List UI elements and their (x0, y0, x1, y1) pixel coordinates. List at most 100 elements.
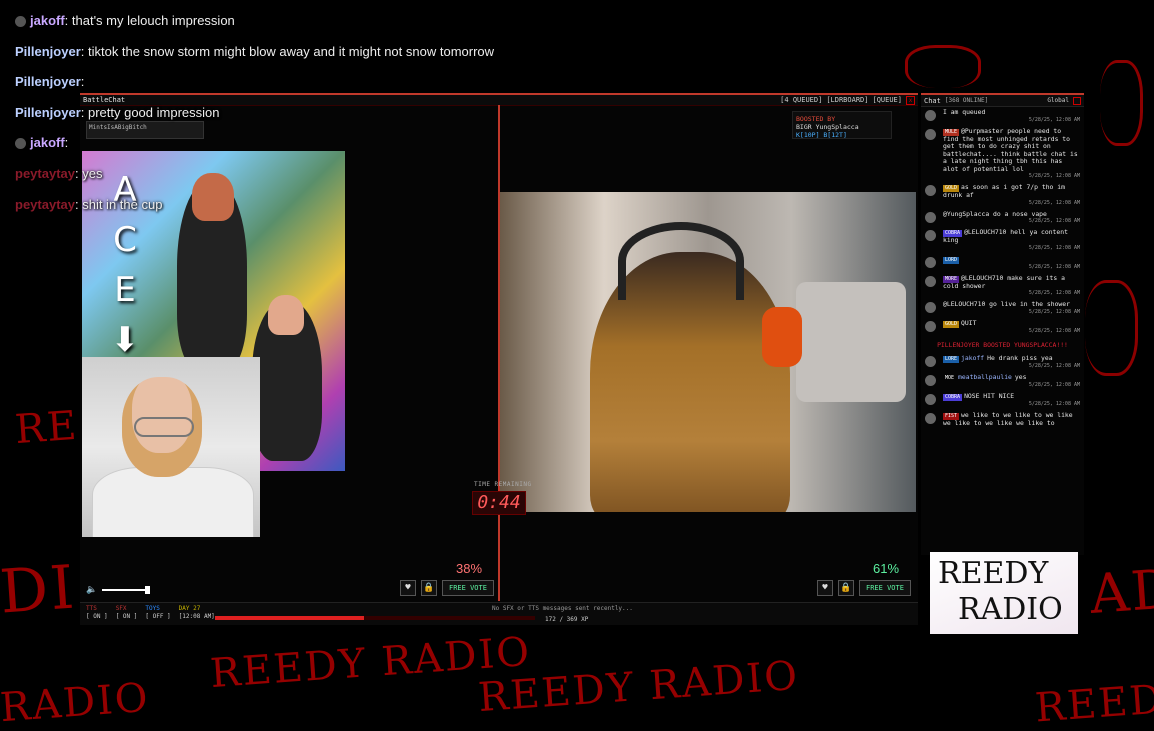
xp-progress-fill (215, 616, 365, 620)
boost-user: BIGR YungSplacca (796, 123, 859, 131)
overlay-chat-line: jakoff: (15, 132, 555, 163)
lock-icon[interactable]: 🔒 (421, 580, 437, 596)
avatar[interactable] (925, 256, 936, 268)
overlay-chat-line: jakoff: that's my lelouch impression (15, 10, 555, 41)
logo-line2: RADIO (958, 592, 1063, 627)
speaker-icon[interactable]: 🔈 (86, 585, 97, 595)
chat-username[interactable]: meatballpaulie (958, 373, 1012, 381)
chat-message: MORE @LELOUCH710 make sure its a cold sho… (921, 273, 1084, 300)
volume-slider[interactable] (102, 586, 150, 594)
headphones-shape (618, 222, 744, 300)
user-badge-icon (15, 16, 26, 28)
timer-value: 0:44 (472, 491, 526, 515)
status-message: No SFX or TTS messages sent recently... (492, 605, 633, 612)
sfx-label: SFX (115, 605, 127, 612)
chat-message: GOLD QUIT 5/28/25, 12:08 AM (921, 318, 1084, 337)
bg-watermark-5: RE (13, 402, 80, 454)
chat-message: @LELOUCH710 go live in the shower 5/28/25… (921, 299, 1084, 318)
logo-line1: REEDY (938, 556, 1049, 591)
overlay-chat-text: : (64, 135, 69, 151)
facecam (82, 357, 260, 537)
avatar[interactable] (925, 412, 936, 424)
chat-text: @LELOUCH710 make sure its a cold shower (943, 273, 1065, 290)
volume-knob[interactable] (145, 586, 150, 594)
tts-toggle[interactable]: [ ON ] (86, 613, 108, 621)
avatar[interactable] (925, 393, 936, 405)
chat-timestamp: 5/28/25, 12:08 AM (1028, 308, 1080, 315)
boost-title: BOOSTED BY (796, 115, 836, 123)
overlay-chat-user: Pillenjoyer (15, 104, 81, 120)
overlay-chat-user: peytaytay (15, 165, 75, 181)
bg-scribble (905, 45, 981, 88)
letter: E (114, 270, 136, 310)
chat-text: NOSE HIT NICE (964, 391, 1015, 400)
tts-label: TTS (86, 605, 97, 612)
avatar[interactable] (925, 374, 936, 386)
chat-text: QUIT (961, 318, 977, 327)
chat-text: we like to we like to we like we like to… (943, 410, 1073, 427)
avatar[interactable] (925, 211, 936, 223)
chat-username[interactable]: jakoff (961, 354, 984, 362)
toys-label: TOYS (145, 605, 160, 612)
xp-progress-bar (215, 616, 535, 620)
chat-text: @Purpmaster people need to find the most… (943, 126, 1078, 173)
volume-control[interactable]: 🔈 (86, 585, 150, 595)
chat-message: MOE meatballpaulie yes 5/28/25, 12:08 AM (921, 372, 1084, 391)
overlay-chat-line: Pillenjoyer: (15, 71, 555, 102)
overlay-chat-text: : that's my lelouch impression (64, 13, 235, 28)
chat-timestamp: 5/28/25, 12:08 AM (1028, 400, 1080, 407)
overlay-chat-user: Pillenjoyer (15, 74, 81, 90)
avatar[interactable] (925, 128, 936, 140)
chat-message: COBRA NOSE HIT NICE 5/28/25, 12:08 AM (921, 391, 1084, 410)
chat-text: yes (1014, 372, 1027, 381)
chat-title: Chat (924, 96, 941, 105)
close-icon[interactable]: x (906, 95, 915, 105)
avatar[interactable] (925, 230, 936, 241)
overlay-chat-user: jakoff (30, 13, 65, 28)
overlay-chat-line: peytaytay: yes (15, 163, 555, 194)
channel-select[interactable]: Global (1047, 97, 1069, 104)
chat-timestamp: 5/28/25, 12:08 AM (1028, 263, 1080, 270)
role-badge: LORE (943, 355, 960, 363)
chat-header: Chat [368 ONLINE] Global (921, 95, 1084, 107)
bg-scribble (1100, 60, 1143, 146)
sfx-toggle[interactable]: [ ON ] (116, 613, 138, 621)
heart-icon[interactable]: ♥ (817, 580, 833, 596)
online-count: [368 ONLINE] (944, 97, 989, 104)
leaderboard-link[interactable]: [LDRBOARD] (826, 96, 868, 105)
avatar[interactable] (925, 185, 936, 196)
chat-timestamp: 5/28/25, 12:08 AM (1028, 327, 1080, 334)
chat-message: FIST we like to we like to we like we lik… (921, 410, 1084, 430)
lock-icon[interactable]: 🔒 (838, 580, 854, 596)
toys-toggle[interactable]: [ OFF ] (145, 613, 170, 621)
avatar[interactable] (925, 320, 936, 332)
bg-watermark-4: REEDY (1033, 674, 1154, 731)
status-toggles: TTS SFX TOYS DAY 27 [ ON ] [ ON ] [ OFF … (86, 605, 215, 621)
right-video (500, 192, 916, 512)
day-label: DAY 27 (178, 605, 201, 612)
avatar[interactable] (925, 302, 936, 313)
chat-text: @LELOUCH710 go live in the shower (943, 300, 1070, 308)
figure-shape (268, 295, 304, 335)
heart-icon[interactable]: ♥ (400, 580, 416, 596)
chat-text: @YungSplacca do a nose vape (943, 209, 1047, 218)
timer-label: TIME REMAINING (474, 481, 532, 488)
chat-text: I am queued (943, 108, 986, 116)
queued-link[interactable]: [4 QUEUED] (780, 96, 822, 105)
right-free-vote-button[interactable]: FREE VOTE (859, 580, 911, 596)
close-icon[interactable] (1073, 96, 1081, 105)
xp-count: 172 / 369 XP (545, 616, 589, 623)
couch-shape (796, 282, 906, 402)
user-badge-icon (15, 138, 26, 150)
boost-stats: K[10P] B[12T] (796, 131, 847, 139)
avatar[interactable] (925, 275, 936, 287)
status-bar: TTS SFX TOYS DAY 27 [ ON ] [ ON ] [ OFF … (80, 602, 918, 625)
role-badge: LORD (943, 256, 960, 264)
avatar[interactable] (925, 110, 936, 121)
avatar[interactable] (925, 355, 936, 367)
facecam-glasses (134, 417, 194, 437)
queue-link[interactable]: [QUEUE] (872, 96, 902, 105)
chat-text: He drank piss yea (987, 353, 1053, 362)
left-free-vote-button[interactable]: FREE VOTE (442, 580, 494, 596)
right-vote-percent: 61% (873, 561, 900, 576)
